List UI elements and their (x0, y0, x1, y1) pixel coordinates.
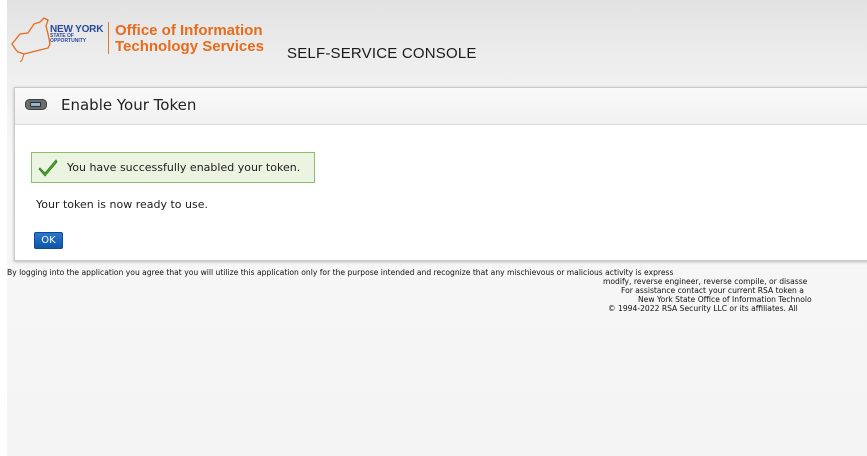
logo-divider (108, 22, 109, 54)
enable-token-panel: Enable Your Token You have successfully … (14, 87, 867, 261)
token-icon (25, 99, 47, 110)
office-name-line2: Technology Services (115, 38, 264, 55)
checkmark-icon (38, 159, 58, 177)
panel-title: Enable Your Token (61, 96, 197, 114)
success-message-box: You have successfully enabled your token… (31, 152, 315, 183)
ny-state-wordmark: NEW YORK STATE OF OPPORTUNITY (50, 25, 103, 44)
ready-message: Your token is now ready to use. (36, 198, 208, 211)
footer-line-1: By logging into the application you agre… (7, 268, 674, 277)
office-name-line1: Office of Information (115, 22, 263, 39)
footer-line-5: © 1994-2022 RSA Security LLC or its affi… (608, 304, 798, 313)
page: NEW YORK STATE OF OPPORTUNITY Office of … (0, 0, 867, 456)
ny-state-line3: OPPORTUNITY (50, 38, 87, 44)
ok-button[interactable]: OK (34, 232, 63, 249)
panel-header: Enable Your Token (15, 88, 867, 125)
footer-line-4: New York State Office of Information Tec… (638, 295, 812, 304)
office-name: Office of Information Technology Service… (115, 23, 264, 55)
footer-line-3: For assistance contact your current RSA … (621, 286, 804, 295)
console-title: SELF-SERVICE CONSOLE (287, 45, 477, 62)
success-message: You have successfully enabled your token… (67, 161, 301, 174)
footer-line-2: modify, reverse engineer, reverse compil… (603, 277, 808, 286)
